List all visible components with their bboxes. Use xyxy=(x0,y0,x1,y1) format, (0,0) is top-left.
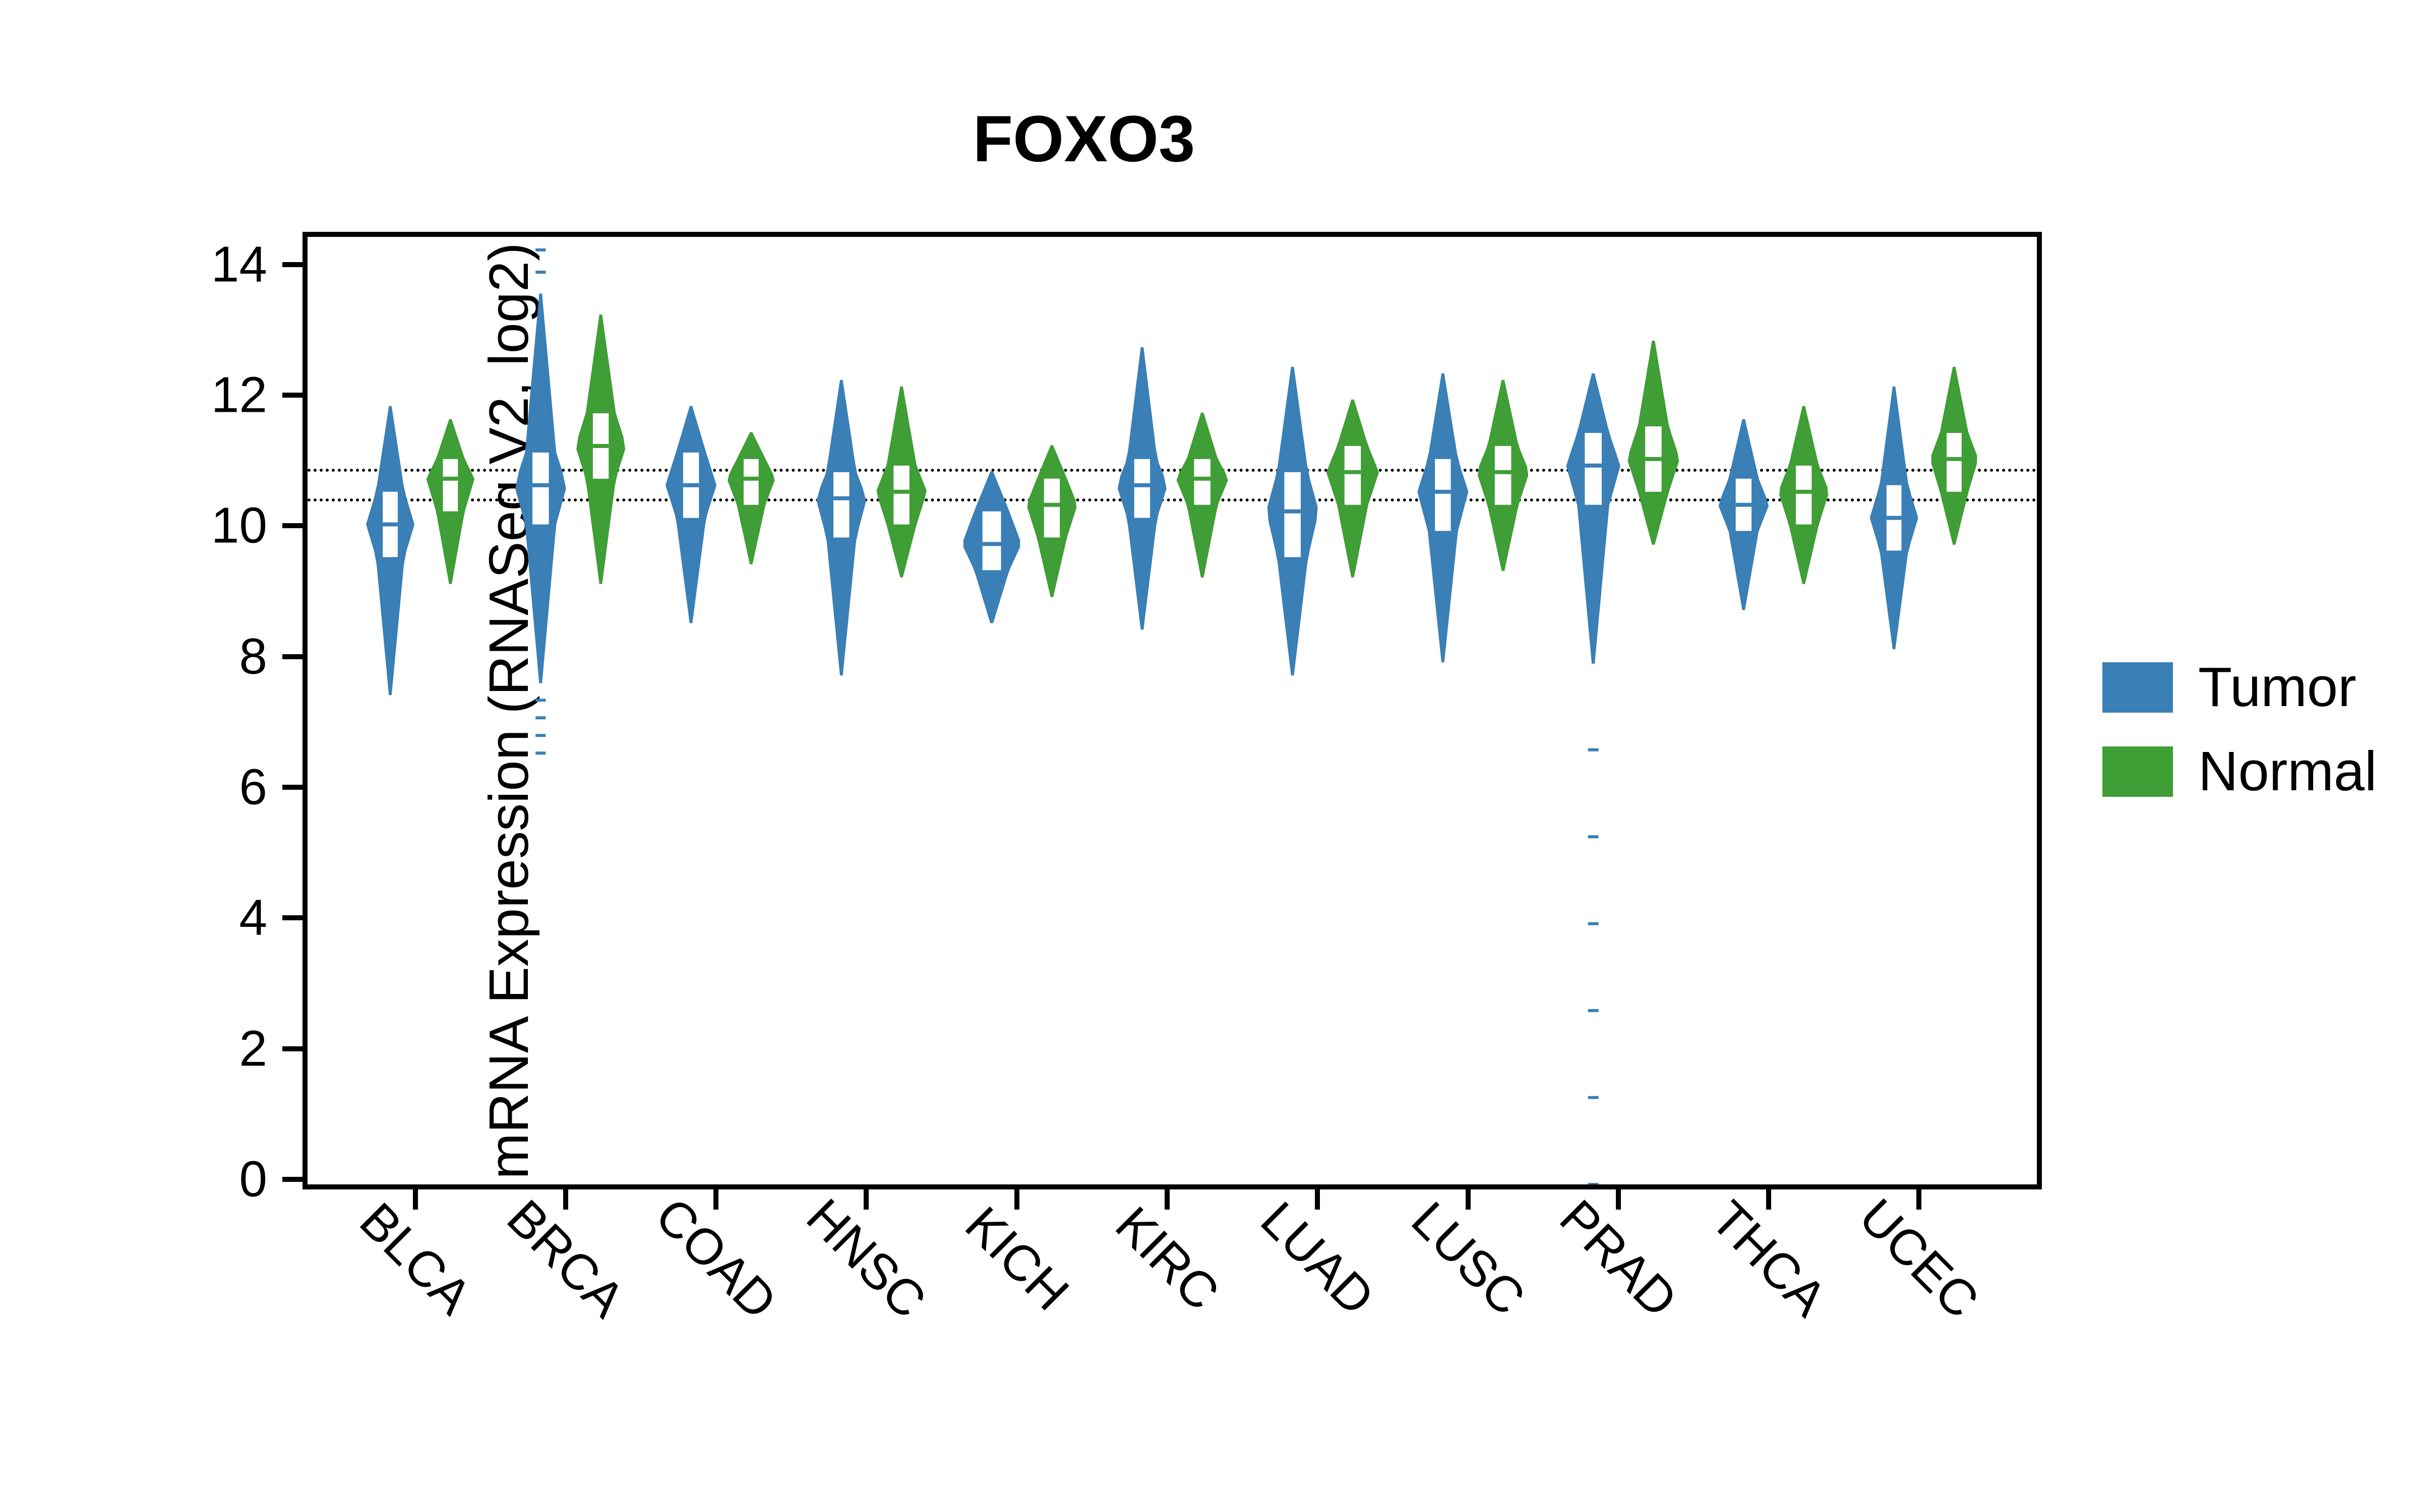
chart-title: FOXO3 xyxy=(0,101,2168,176)
box xyxy=(1495,446,1511,505)
y-tick-label: 6 xyxy=(166,759,267,816)
box xyxy=(1284,472,1301,557)
x-tick-label: BLCA xyxy=(348,1191,482,1326)
box xyxy=(1796,466,1811,525)
x-tick xyxy=(1014,1189,1019,1210)
violin xyxy=(1567,374,1619,663)
box xyxy=(1947,433,1962,492)
box xyxy=(893,466,909,525)
x-tick xyxy=(1616,1189,1621,1210)
x-tick xyxy=(1766,1189,1771,1210)
x-tick-label: BRCA xyxy=(496,1189,636,1329)
box xyxy=(833,472,849,538)
x-tick-label: PRAD xyxy=(1548,1189,1688,1329)
plot-area xyxy=(308,237,2037,1184)
y-tick-label: 10 xyxy=(166,497,267,555)
legend-swatch-normal xyxy=(2102,746,2173,797)
y-tick-label: 12 xyxy=(166,366,267,424)
legend-swatch-tumor xyxy=(2102,662,2173,713)
plot-frame xyxy=(302,232,2042,1189)
box xyxy=(1194,459,1211,505)
x-tick xyxy=(1315,1189,1320,1210)
y-tick xyxy=(282,523,302,528)
x-tick-label: KIRC xyxy=(1104,1195,1230,1321)
y-tick xyxy=(282,1046,302,1051)
y-tick xyxy=(282,654,302,659)
box xyxy=(1585,433,1602,505)
plot-svg xyxy=(308,237,2037,1184)
y-tick xyxy=(282,1177,302,1182)
box xyxy=(1044,479,1060,538)
y-tick xyxy=(282,915,302,920)
x-tick xyxy=(1916,1189,1921,1210)
box xyxy=(744,459,759,505)
x-tick-label: LUSC xyxy=(1400,1191,1536,1327)
x-tick xyxy=(413,1189,418,1210)
legend-item-normal: Normal xyxy=(2102,739,2377,803)
x-tick-label: LUAD xyxy=(1249,1191,1385,1327)
legend: Tumor Normal xyxy=(2102,655,2377,803)
y-tick-label: 8 xyxy=(166,627,267,685)
box xyxy=(1435,459,1450,531)
box xyxy=(1345,446,1361,505)
x-tick xyxy=(1165,1189,1170,1210)
box xyxy=(1134,459,1150,518)
y-tick-label: 4 xyxy=(166,889,267,947)
box xyxy=(443,459,458,512)
y-tick-label: 0 xyxy=(166,1151,267,1209)
box xyxy=(983,512,1001,571)
legend-item-tumor: Tumor xyxy=(2102,655,2377,719)
box xyxy=(532,453,549,525)
x-tick xyxy=(713,1189,718,1210)
y-tick xyxy=(282,262,302,267)
legend-label-normal: Normal xyxy=(2198,739,2377,803)
y-tick xyxy=(282,785,302,790)
x-tick xyxy=(864,1189,869,1210)
y-tick-label: 2 xyxy=(166,1020,267,1078)
legend-label-tumor: Tumor xyxy=(2198,655,2356,719)
x-tick xyxy=(1466,1189,1471,1210)
y-tick-label: 14 xyxy=(166,235,267,293)
x-tick-label: KICH xyxy=(954,1195,1080,1321)
x-tick-label: THCA xyxy=(1700,1190,1838,1328)
y-tick xyxy=(282,393,302,398)
x-tick xyxy=(563,1189,568,1210)
